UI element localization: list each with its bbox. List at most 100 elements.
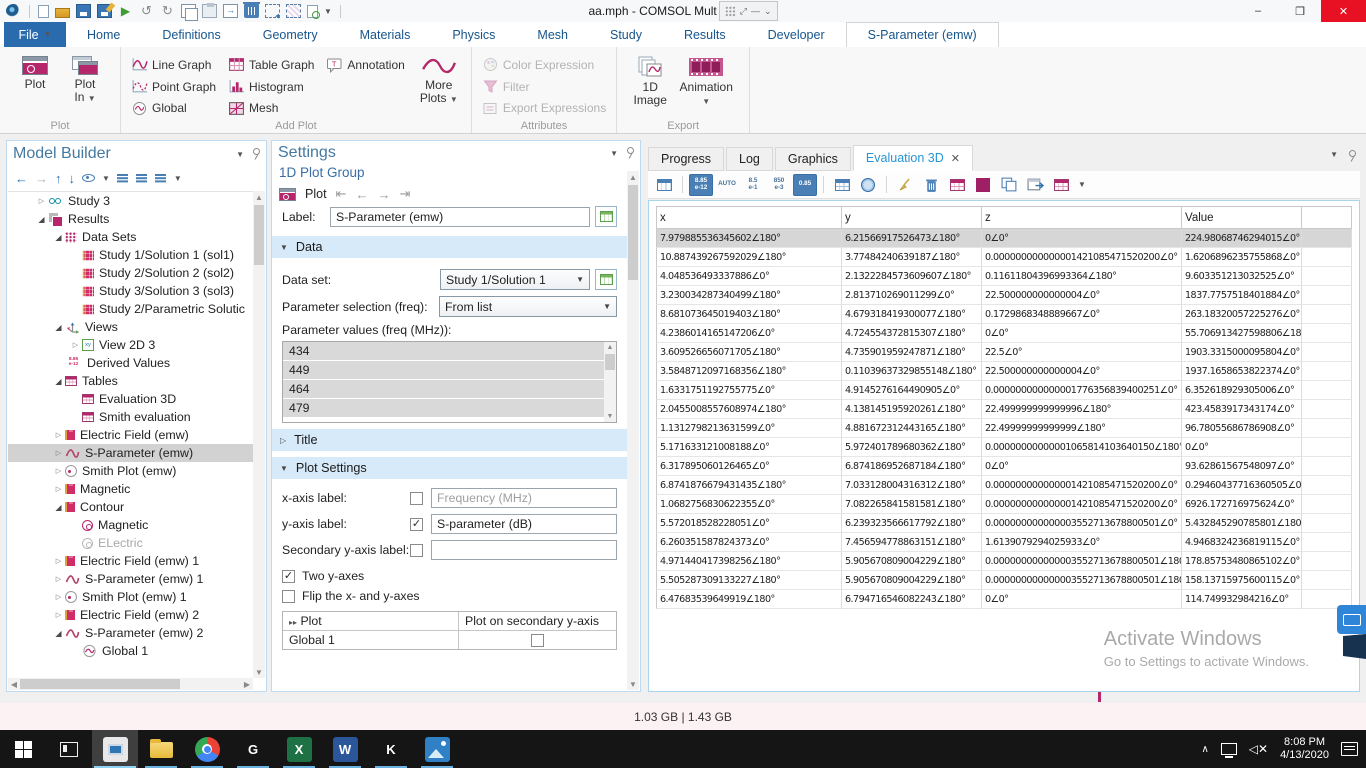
- evaluation-table[interactable]: xyzValue7.979885536345602∠180°6.21566917…: [656, 206, 1352, 609]
- tab-progress[interactable]: Progress: [648, 147, 724, 171]
- table-row[interactable]: 5.572018528228051∠0°6.239323566617792∠18…: [656, 514, 1352, 533]
- expand-arrow-icon[interactable]: ▷: [52, 467, 65, 475]
- tree-item-electric-field-emw-2[interactable]: ▷Electric Field (emw) 2: [8, 606, 253, 624]
- start-button[interactable]: [0, 730, 46, 768]
- section-plot-settings[interactable]: ▼ Plot Settings: [272, 457, 627, 479]
- tree-item-data-sets[interactable]: ◢Data Sets: [8, 228, 253, 246]
- full-precision-button[interactable]: [830, 174, 854, 196]
- run-icon[interactable]: ▶: [118, 4, 133, 18]
- forward-icon[interactable]: →: [35, 171, 48, 186]
- find-icon[interactable]: [307, 5, 318, 18]
- ribbon-tab-physics[interactable]: Physics: [431, 22, 516, 47]
- back-icon[interactable]: ←: [15, 171, 28, 186]
- table-row[interactable]: 4.971440417398256∠180°5.905670809004229∠…: [656, 552, 1352, 571]
- taskbar-clock[interactable]: 8:08 PM 4/13/2020: [1280, 736, 1329, 762]
- delete-icon[interactable]: [244, 4, 259, 18]
- tree-item-smith-plot-emw-[interactable]: ▷Smith Plot (emw): [8, 462, 253, 480]
- param-values-listbox[interactable]: 434449464479 ▲ ▼: [282, 341, 617, 423]
- tree-item-electric[interactable]: ELectric: [8, 534, 253, 552]
- volume-muted-icon[interactable]: ◁✕: [1249, 742, 1268, 756]
- param-values-scrollbar[interactable]: ▲ ▼: [604, 342, 616, 422]
- animation-button[interactable]: Animation ▼: [677, 51, 735, 119]
- sphere-button[interactable]: [856, 174, 880, 196]
- collapse-ribbon-icon[interactable]: ⤢: [740, 6, 747, 17]
- clear-selection-icon[interactable]: [286, 4, 301, 18]
- collapse-arrow-icon[interactable]: ◢: [52, 323, 65, 332]
- chevron-down-icon[interactable]: ⌄: [764, 6, 772, 17]
- ribbon-item-global[interactable]: Global: [127, 97, 220, 119]
- expand-arrow-icon[interactable]: ▷: [52, 557, 65, 565]
- two-y-axes-checkbox[interactable]: ✓: [282, 570, 295, 583]
- table-row[interactable]: 7.979885536345602∠180°6.21566917526473∠1…: [656, 229, 1352, 248]
- table-row[interactable]: 4.048536493337886∠0°2.1322284573609607∠1…: [656, 267, 1352, 286]
- table-row[interactable]: 2.0455008557608974∠180°4.138145195920261…: [656, 400, 1352, 419]
- ribbon-tab-definitions[interactable]: Definitions: [141, 22, 241, 47]
- table-row[interactable]: 1.0682756830622355∠0°7.082265841581581∠1…: [656, 495, 1352, 514]
- secondary-y-axis-input[interactable]: [431, 540, 617, 560]
- close-tab-icon[interactable]: ✕: [951, 152, 960, 165]
- ribbon-tab-developer[interactable]: Developer: [747, 22, 846, 47]
- ribbon-tab-materials[interactable]: Materials: [339, 22, 432, 47]
- x-axis-checkbox[interactable]: [410, 492, 423, 505]
- minimize-button[interactable]: –: [1237, 0, 1279, 22]
- pin-icon[interactable]: [250, 148, 260, 160]
- task-view-button[interactable]: [46, 730, 92, 768]
- ribbon-tab-active[interactable]: S-Parameter (emw): [846, 22, 999, 47]
- param-selection-select[interactable]: From list▼: [439, 296, 617, 317]
- ribbon-item-line-graph[interactable]: Line Graph: [127, 54, 220, 76]
- tree-item-study-3-solution-3-sol3-[interactable]: Study 3/Solution 3 (sol3): [8, 282, 253, 300]
- pin-icon[interactable]: [624, 147, 634, 159]
- tab-evaluation-3d[interactable]: Evaluation 3D✕: [853, 145, 973, 171]
- tree-item-magnetic[interactable]: Magnetic: [8, 516, 253, 534]
- column-header-y[interactable]: y: [842, 207, 982, 229]
- table-row[interactable]: 5.171633121008188∠0°5.972401789680362∠18…: [656, 438, 1352, 457]
- comsol-logo-icon[interactable]: [6, 4, 21, 18]
- tree-item-s-parameter-emw-2[interactable]: ◢S-Parameter (emw) 2: [8, 624, 253, 642]
- model-tree-vertical-scrollbar[interactable]: ▲ ▼: [253, 191, 265, 678]
- expand-arrow-icon[interactable]: ▷: [52, 575, 65, 583]
- table-magenta-button[interactable]: [1049, 174, 1073, 196]
- expand-arrow-icon[interactable]: ▷: [52, 611, 65, 619]
- tree-item-electric-field-emw-1[interactable]: ▷Electric Field (emw) 1: [8, 552, 253, 570]
- pin-icon[interactable]: [1346, 150, 1356, 162]
- ribbon-item-table-graph[interactable]: Table Graph: [224, 54, 318, 76]
- table-row[interactable]: 8.681073645019403∠180°4.679318419300077∠…: [656, 305, 1352, 324]
- section-title[interactable]: ▷ Title: [272, 429, 627, 451]
- collapse-arrow-icon[interactable]: ◢: [52, 377, 65, 386]
- label-input[interactable]: S-Parameter (emw): [330, 207, 590, 227]
- open-file-icon[interactable]: [55, 8, 70, 18]
- ribbon-tab-results[interactable]: Results: [663, 22, 747, 47]
- ribbon-tab-study[interactable]: Study: [589, 22, 663, 47]
- tree-item-view-2d-3[interactable]: ▷xyView 2D 3: [8, 336, 253, 354]
- minimize-ribbon-icon[interactable]: —: [751, 6, 760, 16]
- tree-item-smith-plot-emw-1[interactable]: ▷Smith Plot (emw) 1: [8, 588, 253, 606]
- precision-8.5e-1-button[interactable]: 8.5 e-1: [741, 174, 765, 196]
- find-dropdown-icon[interactable]: ▼: [324, 7, 332, 16]
- close-button[interactable]: ✕: [1321, 0, 1366, 22]
- expand-arrow-icon[interactable]: ▷: [52, 431, 65, 439]
- show-icon[interactable]: [82, 174, 95, 182]
- column-header-value[interactable]: Value: [1182, 207, 1302, 229]
- model-tree-horizontal-scrollbar[interactable]: ◀▶: [8, 678, 253, 690]
- rename-button[interactable]: [595, 206, 617, 227]
- expand-arrow-icon[interactable]: ▷: [52, 449, 65, 457]
- table-settings-button[interactable]: [652, 174, 676, 196]
- brush-button[interactable]: [893, 174, 917, 196]
- ribbon-tab-mesh[interactable]: Mesh: [516, 22, 589, 47]
- redo-icon[interactable]: ↻: [160, 4, 175, 18]
- tab-log[interactable]: Log: [726, 147, 773, 171]
- ribbon-item-point-graph[interactable]: Point Graph: [127, 76, 220, 98]
- table-row[interactable]: 6.47683539649919∠180°6.794716546082243∠1…: [656, 590, 1352, 609]
- flip-axes-checkbox[interactable]: [282, 590, 295, 603]
- precision-0.85-button[interactable]: 0.85: [793, 174, 817, 196]
- tab-graphics[interactable]: Graphics: [775, 147, 851, 171]
- more-plots-button[interactable]: MorePlots ▼: [413, 51, 465, 119]
- layout-grid-icon[interactable]: [725, 6, 736, 17]
- copy-icon[interactable]: [181, 4, 196, 18]
- collapse-arrow-icon[interactable]: ◢: [52, 629, 65, 638]
- column-header-z[interactable]: z: [982, 207, 1182, 229]
- plot-row-label[interactable]: Global 1: [283, 631, 458, 649]
- model-tree-options-icon[interactable]: [155, 173, 167, 183]
- tree-item-smith-evaluation[interactable]: Smith evaluation: [8, 408, 253, 426]
- file-menu-button[interactable]: File▼: [4, 22, 66, 47]
